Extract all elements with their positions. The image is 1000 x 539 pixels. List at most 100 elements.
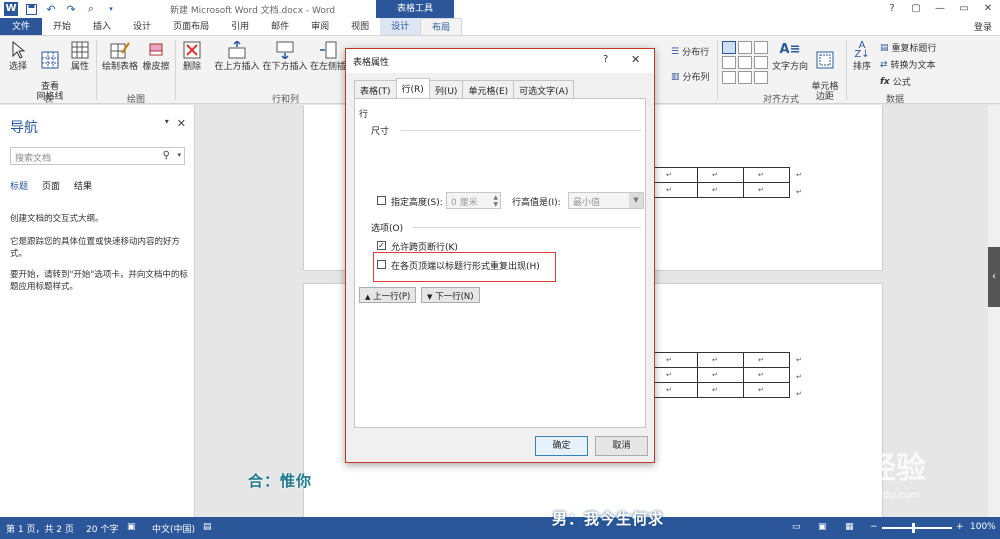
ok-button[interactable]: 确定 (535, 436, 588, 456)
table-cell[interactable]: ↵ (743, 352, 790, 368)
dialog-help-icon[interactable]: ? (603, 54, 608, 65)
nav-close-icon[interactable]: ✕ (177, 117, 186, 130)
insert-left-button[interactable]: 在左侧插 (310, 40, 346, 72)
zoom-out-icon[interactable]: − (870, 522, 878, 532)
proofing-icon[interactable]: ▣ (127, 522, 136, 532)
status-page-count[interactable]: 第 1 页，共 2 页 (6, 522, 74, 535)
table-cell[interactable]: ↵ (697, 167, 744, 183)
tab-view[interactable]: 视图 (340, 18, 380, 35)
align-middle-center-icon[interactable] (738, 56, 752, 69)
next-row-button[interactable]: ▼ 下一行(N) (421, 287, 480, 303)
read-mode-icon[interactable]: ▭ (792, 522, 801, 532)
align-bottom-right-icon[interactable] (754, 71, 768, 84)
nav-options-icon[interactable]: ▾ (165, 117, 169, 130)
redo-icon[interactable]: ↷ (64, 2, 78, 16)
zoom-slider-thumb[interactable] (912, 523, 915, 533)
zoom-in-icon[interactable]: + (956, 522, 964, 532)
login-link[interactable]: 登录 (974, 20, 992, 33)
table-cell[interactable]: ↵ (697, 382, 744, 398)
eraser-button[interactable]: 橡皮擦 (141, 40, 171, 72)
vertical-scrollbar[interactable] (988, 105, 1000, 517)
search-icon[interactable]: ⚲ (163, 150, 170, 161)
align-bottom-center-icon[interactable] (738, 71, 752, 84)
draw-table-button[interactable]: 绘制表格 (100, 40, 140, 72)
text-direction-button[interactable]: A≡ 文字方向 (772, 40, 808, 72)
customize-qat-icon[interactable]: ▾ (104, 2, 118, 16)
cell-margins-button[interactable]: 单元格 边距 (810, 40, 840, 102)
table-cell[interactable]: ↵ (651, 352, 698, 368)
cancel-button[interactable]: 取消 (595, 436, 648, 456)
align-top-center-icon[interactable] (738, 41, 752, 54)
tab-table-layout[interactable]: 布局 (420, 18, 463, 35)
search-dropdown-icon[interactable]: ▾ (177, 151, 181, 159)
align-top-left-icon[interactable] (722, 41, 736, 54)
nav-tab-pages[interactable]: 页面 (42, 179, 60, 192)
status-language[interactable]: 中文(中国) (152, 522, 195, 535)
macro-record-icon[interactable]: ▤ (203, 522, 212, 532)
tab-insert[interactable]: 插入 (82, 18, 122, 35)
dialog-tab-row[interactable]: 行(R) (395, 78, 430, 100)
table-cell[interactable]: ↵ (743, 382, 790, 398)
tab-review[interactable]: 审阅 (300, 18, 340, 35)
help-icon[interactable]: ? (880, 0, 904, 18)
properties-button[interactable]: 属性 (68, 40, 92, 72)
table-cell[interactable]: ↵ (743, 367, 790, 383)
distribute-cols-button[interactable]: ▥ 分布列 (671, 70, 710, 84)
row-height-mode-select[interactable]: 最小值 ▼ (568, 192, 644, 209)
tab-table-design[interactable]: 设计 (380, 18, 421, 35)
formula-button[interactable]: fx 公式 (880, 75, 911, 89)
restore-icon[interactable]: ▭ (952, 0, 976, 18)
web-layout-icon[interactable]: ▦ (845, 522, 854, 532)
status-word-count[interactable]: 20 个字 (86, 522, 118, 535)
align-middle-right-icon[interactable] (754, 56, 768, 69)
print-layout-icon[interactable]: ▣ (818, 522, 827, 532)
align-bottom-left-icon[interactable] (722, 71, 736, 84)
table-cell[interactable]: ↵ (651, 382, 698, 398)
table-cell[interactable]: ↵ (651, 182, 698, 198)
spinner-arrows-icon[interactable]: ▲ ▼ (493, 194, 498, 208)
tab-mailings[interactable]: 邮件 (260, 18, 300, 35)
nav-search-input[interactable]: 搜索文档 ⚲ ▾ (10, 147, 185, 165)
table-cell[interactable]: ↵ (743, 182, 790, 198)
print-preview-icon[interactable]: ⌕ (84, 2, 98, 16)
table-cell[interactable]: ↵ (651, 367, 698, 383)
document-table-page-2[interactable]: ↵ ↵ ↵ ↵ ↵ ↵ ↵ ↵ ↵ (651, 352, 790, 398)
nav-tab-results[interactable]: 结果 (74, 179, 92, 192)
previous-row-button[interactable]: ▲ 上一行(P) (359, 287, 417, 303)
ribbon-display-icon[interactable]: ▢ (904, 0, 928, 18)
zoom-slider[interactable] (882, 527, 952, 529)
tab-references[interactable]: 引用 (220, 18, 260, 35)
tab-file[interactable]: 文件 (0, 18, 43, 35)
dialog-close-icon[interactable]: ✕ (631, 53, 640, 66)
select-button[interactable]: 选择 (4, 40, 32, 72)
row-height-input[interactable]: 0 厘米 ▲ ▼ (446, 192, 501, 209)
save-icon[interactable] (24, 2, 38, 16)
repeat-header-rows-button[interactable]: ▤ 重复标题行 (880, 41, 937, 55)
distribute-rows-button[interactable]: ☰ 分布行 (671, 45, 709, 59)
nav-tab-headings[interactable]: 标题 (10, 179, 28, 192)
zoom-level[interactable]: 100% (970, 522, 996, 532)
convert-to-text-button[interactable]: ⇄ 转换为文本 (880, 58, 936, 72)
highlight-annotation-box (373, 252, 556, 282)
undo-icon[interactable]: ↶ (44, 2, 58, 16)
close-icon[interactable]: ✕ (976, 0, 1000, 18)
table-cell[interactable]: ↵ (697, 367, 744, 383)
specify-height-checkbox[interactable] (377, 196, 386, 205)
tab-page-layout[interactable]: 页面布局 (162, 18, 220, 35)
sort-button[interactable]: A Z↓ 排序 (850, 40, 874, 73)
delete-button[interactable]: 删除 (178, 40, 206, 72)
align-middle-left-icon[interactable] (722, 56, 736, 69)
table-cell[interactable]: ↵ (697, 352, 744, 368)
table-cell[interactable]: ↵ (743, 167, 790, 183)
align-top-right-icon[interactable] (754, 41, 768, 54)
tab-home[interactable]: 开始 (42, 18, 82, 35)
table-cell[interactable]: ↵ (651, 167, 698, 183)
tab-design[interactable]: 设计 (122, 18, 162, 35)
allow-row-break-checkbox[interactable]: ✓ (377, 241, 386, 250)
document-table-page-1[interactable]: ↵ ↵ ↵ ↵ ↵ ↵ (651, 167, 790, 198)
insert-above-button[interactable]: 在上方插入 (214, 40, 260, 72)
insert-below-button[interactable]: 在下方插入 (262, 40, 308, 72)
minimize-icon[interactable]: — (928, 0, 952, 18)
table-cell[interactable]: ↵ (697, 182, 744, 198)
collapse-side-icon[interactable]: ‹ (988, 247, 1000, 307)
